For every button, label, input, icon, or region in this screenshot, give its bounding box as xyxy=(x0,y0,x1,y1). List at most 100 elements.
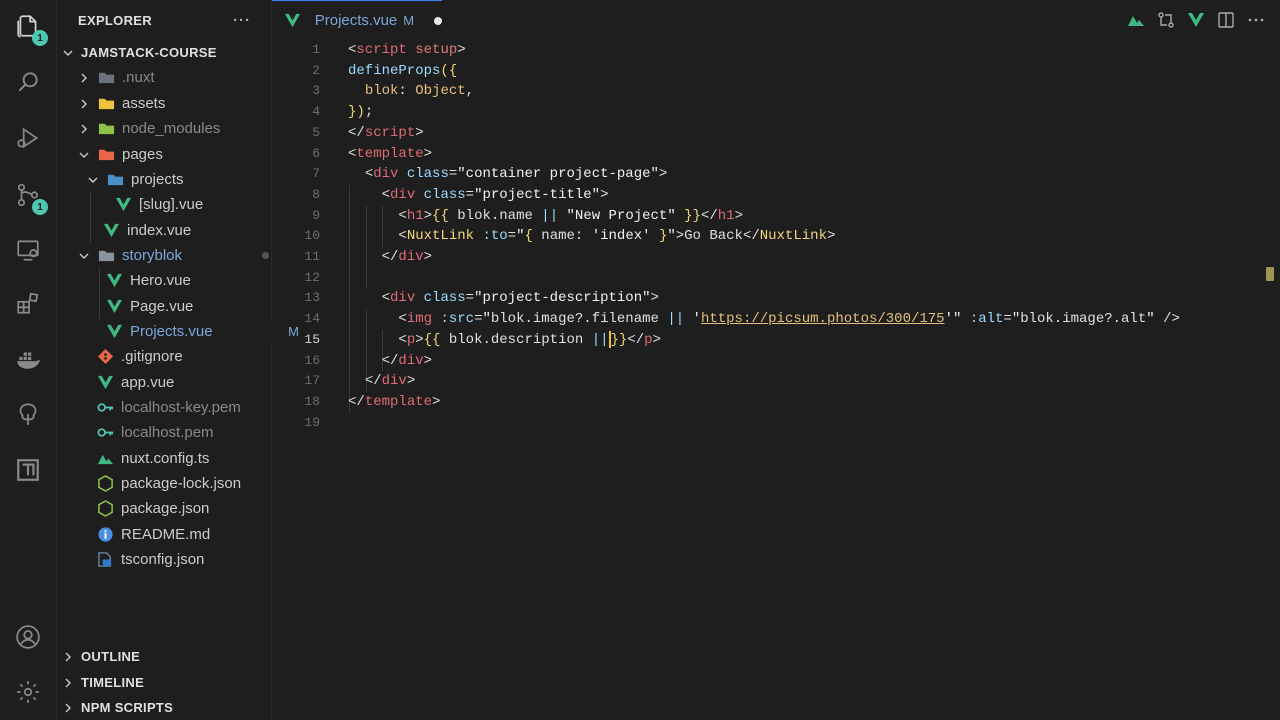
source-control-badge: 1 xyxy=(32,199,48,215)
code-line: defineProps({ xyxy=(348,62,458,79)
projects-folder-icon xyxy=(106,171,124,189)
more-actions-icon[interactable] xyxy=(1246,10,1266,30)
search-icon[interactable] xyxy=(14,68,42,96)
nuxt-icon xyxy=(96,450,114,468)
npm-scripts-label: NPM SCRIPTS xyxy=(81,700,174,715)
line-number: 2 xyxy=(312,62,320,78)
code-line: </script> xyxy=(348,124,424,141)
line-number: 5 xyxy=(312,124,320,140)
node-icon xyxy=(96,475,114,493)
chevron-down-icon xyxy=(61,46,75,60)
code-line: <NuxtLink :to="{ name: 'index' }">Go Bac… xyxy=(398,228,836,245)
compare-changes-icon[interactable] xyxy=(1156,10,1176,30)
vue-file-icon xyxy=(96,374,114,392)
line-number: 11 xyxy=(304,249,320,264)
chevron-right-icon xyxy=(77,97,91,111)
line-number: 9 xyxy=(312,207,320,223)
vue-file-icon xyxy=(114,196,132,214)
line-number: 19 xyxy=(304,414,320,430)
outline-label: OUTLINE xyxy=(81,649,141,664)
activity-bar: 1 1 xyxy=(0,0,57,720)
source-control-icon[interactable]: 1 xyxy=(14,181,48,215)
tree-item-label: nuxt.config.ts xyxy=(121,450,210,467)
chevron-right-icon xyxy=(77,122,91,136)
nuxt-devtools-icon[interactable] xyxy=(1126,10,1146,30)
code-line: </div> xyxy=(381,249,433,265)
tree-item-assets[interactable]: assets xyxy=(57,91,291,116)
split-editor-icon[interactable] xyxy=(1216,10,1236,30)
workspace-root[interactable]: JAMSTACK-COURSE xyxy=(57,40,275,65)
line-number: 15 xyxy=(304,331,320,347)
tree-item-label: assets xyxy=(122,95,166,112)
tree-item-label: .nuxt xyxy=(122,69,155,86)
timeline-label: TIMELINE xyxy=(81,675,145,690)
extensions-icon[interactable] xyxy=(14,290,42,318)
tree-item-label: Projects.vue xyxy=(130,323,213,340)
code-line: </div> xyxy=(364,373,416,390)
scrollbar-marker[interactable] xyxy=(1266,267,1274,281)
chevron-right-icon xyxy=(61,676,75,690)
pages-folder-icon xyxy=(97,146,115,164)
code-line: </div> xyxy=(381,352,433,369)
tree-item-nuxt[interactable]: .nuxt xyxy=(57,65,291,90)
docker-icon[interactable] xyxy=(14,345,42,373)
vue-preview-icon[interactable] xyxy=(1186,10,1206,30)
run-debug-icon[interactable] xyxy=(14,124,42,152)
tab-projects-vue[interactable]: Projects.vue M xyxy=(272,0,442,40)
chevron-right-icon xyxy=(77,71,91,85)
outline-section[interactable]: OUTLINE xyxy=(57,644,275,669)
editor-actions xyxy=(1126,10,1266,30)
assets-folder-icon xyxy=(97,95,115,113)
tree-item-label: node_modules xyxy=(122,120,221,137)
tree-item-label: [slug].vue xyxy=(139,196,204,213)
info-icon xyxy=(96,526,114,544)
line-number: 1 xyxy=(312,42,320,57)
account-icon[interactable] xyxy=(14,623,42,651)
line-number: 12 xyxy=(304,269,320,285)
tree-item-label: storyblok xyxy=(122,247,183,264)
unsaved-dot[interactable] xyxy=(434,16,442,25)
tree-icon[interactable] xyxy=(14,400,42,428)
vue-file-icon xyxy=(105,323,123,341)
code-line: }); xyxy=(348,104,374,121)
line-number: 3 xyxy=(312,83,320,99)
line-number: 10 xyxy=(304,228,320,244)
line-number: 18 xyxy=(304,393,320,409)
explorer-header: EXPLORER ··· xyxy=(57,0,271,40)
explorer-icon[interactable]: 1 xyxy=(14,12,48,46)
tree-item-storyblok[interactable]: storyblok xyxy=(57,243,291,268)
npm-scripts-section[interactable]: NPM SCRIPTS xyxy=(57,695,275,720)
app-icon[interactable] xyxy=(14,456,42,484)
key-icon xyxy=(96,424,114,442)
editor-tab-bar: Projects.vue M xyxy=(272,0,1280,40)
line-number: 8 xyxy=(312,186,320,202)
key-icon xyxy=(96,399,114,417)
timeline-section[interactable]: TIMELINE xyxy=(57,670,275,695)
more-actions-icon[interactable]: ··· xyxy=(233,12,251,29)
chevron-down-icon xyxy=(77,148,91,162)
tree-item-label: tsconfig.json xyxy=(121,551,205,568)
tree-item-projects[interactable]: projects xyxy=(57,167,300,192)
tree-item-node-modules[interactable]: node_modules xyxy=(57,116,291,141)
line-number: 16 xyxy=(304,352,320,368)
tab-modified-status: M xyxy=(403,13,415,28)
tree-item-label: app.vue xyxy=(121,374,175,391)
line-number: 4 xyxy=(312,104,320,120)
tree-item-label: index.vue xyxy=(127,222,192,239)
line-number: 6 xyxy=(312,145,320,161)
code-line: <template> xyxy=(348,145,433,162)
tree-item-pages[interactable]: pages xyxy=(57,142,291,167)
gear-icon[interactable] xyxy=(14,678,42,706)
typescript-icon xyxy=(96,551,114,569)
tree-item-label: localhost.pem xyxy=(121,424,214,441)
code-line: <div class="container project-page"> xyxy=(364,166,668,183)
tree-item-label: localhost-key.pem xyxy=(121,399,241,416)
code-editor[interactable]: 1 2 3 4 5 6 7 8 9 10 11 12 13 14 15 16 17 18 19 <script se… xyxy=(272,40,1280,720)
line-number: 17 xyxy=(304,373,320,389)
code-line: <script setup> xyxy=(348,42,466,58)
folder-icon xyxy=(97,247,115,265)
code-line: <img :src="blok.image?.filename || 'http… xyxy=(398,311,1180,328)
tree-item-label: README.md xyxy=(121,526,211,543)
remote-explorer-icon[interactable] xyxy=(14,236,42,264)
chevron-right-icon xyxy=(61,650,75,664)
